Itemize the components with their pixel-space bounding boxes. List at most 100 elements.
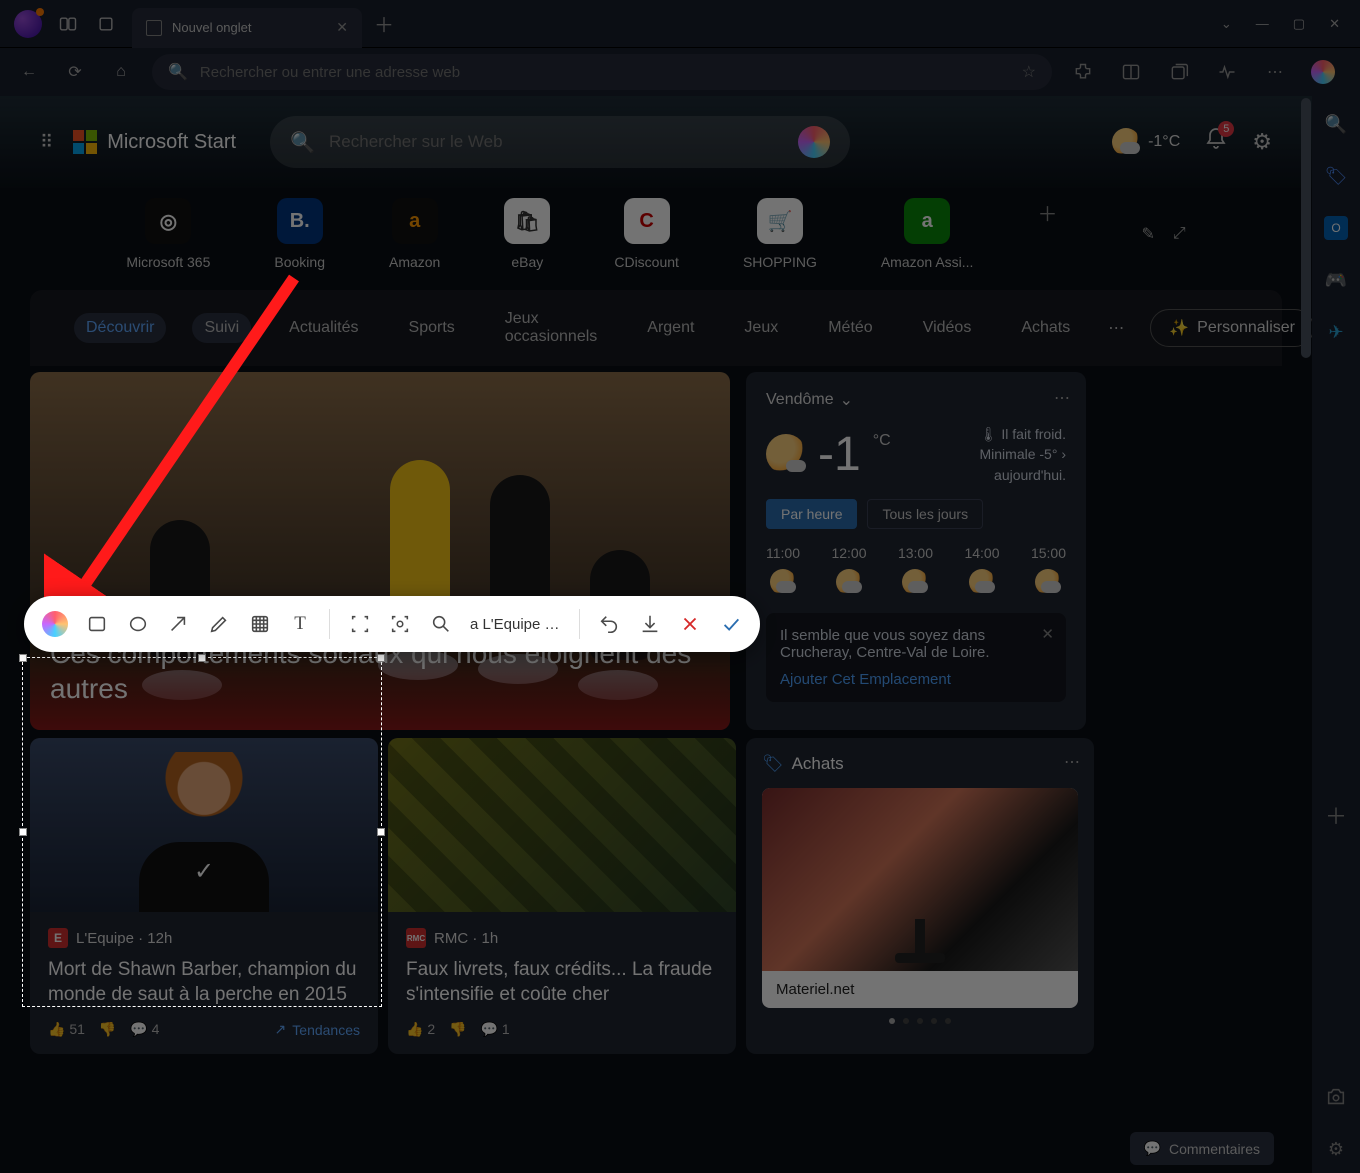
extensions-icon[interactable]	[1068, 57, 1098, 87]
back-button[interactable]: ←	[14, 57, 44, 87]
add-quicklink-button[interactable]: ＋	[1037, 198, 1057, 227]
news-card[interactable]: RMC RMC · 1h Faux livrets, faux crédits.…	[388, 738, 736, 1054]
snip-undo-button[interactable]	[598, 611, 621, 637]
snip-rect-button[interactable]	[86, 611, 109, 637]
snip-pen-button[interactable]	[208, 611, 231, 637]
like-button[interactable]: 👍 2	[406, 1021, 435, 1038]
snip-search-button[interactable]	[429, 611, 452, 637]
nav-item[interactable]: Argent	[635, 313, 706, 343]
new-tab-button[interactable]: ＋	[374, 9, 394, 38]
weather-hour[interactable]: 11:00	[766, 545, 800, 595]
split-screen-icon[interactable]	[1116, 57, 1146, 87]
weather-hour[interactable]: 14:00	[964, 545, 999, 595]
shopping-card[interactable]: 🏷 Achats ⋯ Materiel.net	[746, 738, 1094, 1054]
sidebar-search-icon[interactable]: 🔍	[1324, 112, 1348, 136]
window-minimize-button[interactable]: ―	[1256, 16, 1269, 32]
snip-confirm-button[interactable]	[719, 611, 742, 637]
sidebar-screenshot-icon[interactable]	[1324, 1085, 1348, 1109]
omnibox[interactable]: 🔍 ☆	[152, 54, 1052, 90]
health-icon[interactable]	[1212, 57, 1242, 87]
sidebar-games-icon[interactable]: 🎮	[1324, 268, 1348, 292]
snip-ocr-button[interactable]	[389, 611, 412, 637]
nav-item[interactable]: Suivi	[192, 313, 251, 343]
snip-selection[interactable]	[22, 657, 382, 1007]
ms-search-box[interactable]: 🔍	[270, 116, 850, 168]
nav-item[interactable]: Jeux	[732, 313, 790, 343]
quick-link[interactable]: aAmazon	[389, 198, 440, 270]
dislike-button[interactable]: 👎	[449, 1021, 466, 1038]
comments-button[interactable]: 💬 4	[130, 1021, 159, 1038]
comments-button[interactable]: 💬 1	[481, 1021, 510, 1038]
sidebar-outlook-icon[interactable]: O	[1324, 216, 1348, 240]
notifications-button[interactable]: 5	[1204, 127, 1228, 157]
edit-quicklinks-icon[interactable]: ✎	[1141, 224, 1154, 244]
shopping-product[interactable]: Materiel.net	[762, 788, 1078, 1008]
feedback-button[interactable]: 💬 Commentaires	[1130, 1132, 1274, 1165]
weather-hour[interactable]: 12:00	[831, 545, 866, 595]
nav-more-button[interactable]: ⋯	[1108, 318, 1124, 338]
snip-cancel-button[interactable]	[679, 611, 702, 637]
snip-text-button[interactable]: T	[289, 611, 312, 637]
settings-button[interactable]: ⚙	[1252, 129, 1272, 155]
weather-tab-hourly[interactable]: Par heure	[766, 499, 857, 529]
window-maximize-button[interactable]: ▢	[1293, 16, 1305, 32]
nav-item[interactable]: Actualités	[277, 313, 370, 343]
menu-button[interactable]: ⋯	[1260, 57, 1290, 87]
nav-item[interactable]: Achats	[1009, 313, 1082, 343]
weather-hour[interactable]: 13:00	[898, 545, 933, 595]
tab-close-button[interactable]: ✕	[336, 19, 348, 36]
shopping-more-button[interactable]: ⋯	[1064, 752, 1080, 772]
nav-item[interactable]: Vidéos	[911, 313, 984, 343]
quick-link[interactable]: ◎Microsoft 365	[126, 198, 210, 270]
browser-tab[interactable]: Nouvel onglet ✕	[132, 8, 362, 48]
expand-quicklinks-icon[interactable]: ⤢	[1173, 225, 1186, 243]
dislike-button[interactable]: 👎	[99, 1021, 116, 1038]
refresh-button[interactable]: ⟳	[60, 57, 90, 87]
nav-item[interactable]: Sports	[397, 313, 467, 343]
header-weather-chip[interactable]: -1°C	[1112, 128, 1180, 156]
ms-start-logo[interactable]: Microsoft Start	[73, 130, 236, 154]
nav-item[interactable]: Jeux occasionnels	[493, 304, 610, 352]
address-input[interactable]	[200, 64, 1010, 81]
sidebar-settings-icon[interactable]: ⚙	[1324, 1137, 1348, 1161]
collections-icon[interactable]	[1164, 57, 1194, 87]
snip-ellipse-button[interactable]	[127, 611, 150, 637]
workspaces-icon[interactable]	[56, 12, 80, 36]
window-close-button[interactable]: ✕	[1329, 16, 1340, 32]
content-scrollbar[interactable]	[1300, 96, 1312, 1173]
weather-location[interactable]: Vendôme ⌄	[766, 390, 1066, 410]
tabs-overview-icon[interactable]	[94, 12, 118, 36]
weather-more-button[interactable]: ⋯	[1054, 388, 1070, 408]
profile-avatar[interactable]	[14, 10, 42, 38]
snip-blur-button[interactable]	[248, 611, 271, 637]
sidebar-add-button[interactable]: ＋	[1324, 803, 1348, 827]
ms-search-input[interactable]	[329, 132, 784, 152]
app-launcher-icon[interactable]: ⠿	[40, 132, 53, 153]
snip-arrow-button[interactable]	[167, 611, 190, 637]
shopping-pager[interactable]	[762, 1018, 1078, 1024]
nav-item[interactable]: Météo	[816, 313, 884, 343]
snip-capture-area-button[interactable]	[348, 611, 371, 637]
alert-close-button[interactable]: ✕	[1041, 625, 1054, 643]
add-location-link[interactable]: Ajouter Cet Emplacement	[780, 671, 1052, 688]
scrollbar-thumb[interactable]	[1301, 98, 1311, 358]
copilot-button[interactable]	[1308, 57, 1338, 87]
personalize-button[interactable]: ✨Personnaliser	[1150, 309, 1312, 347]
window-dropdown-icon[interactable]: ⌄	[1221, 16, 1232, 32]
quick-link[interactable]: CCDiscount	[614, 198, 679, 270]
snip-download-button[interactable]	[638, 611, 661, 637]
like-button[interactable]: 👍 51	[48, 1021, 85, 1038]
home-button[interactable]: ⌂	[106, 57, 136, 87]
sidebar-shopping-icon[interactable]: 🏷	[1324, 164, 1348, 188]
copilot-icon[interactable]	[798, 126, 830, 158]
nav-item[interactable]: Découvrir	[74, 313, 166, 343]
quick-link[interactable]: B.Booking	[274, 198, 325, 270]
snip-copilot-button[interactable]	[42, 611, 68, 637]
quick-link[interactable]: 🛍eBay	[504, 198, 550, 270]
weather-tab-daily[interactable]: Tous les jours	[867, 499, 983, 529]
weather-hour[interactable]: 15:00	[1031, 545, 1066, 595]
quick-link[interactable]: aAmazon Assi...	[881, 198, 974, 270]
favorite-star-icon[interactable]: ☆	[1022, 62, 1036, 82]
quick-link[interactable]: 🛒SHOPPING	[743, 198, 817, 270]
sidebar-drop-icon[interactable]: ✈	[1324, 320, 1348, 344]
